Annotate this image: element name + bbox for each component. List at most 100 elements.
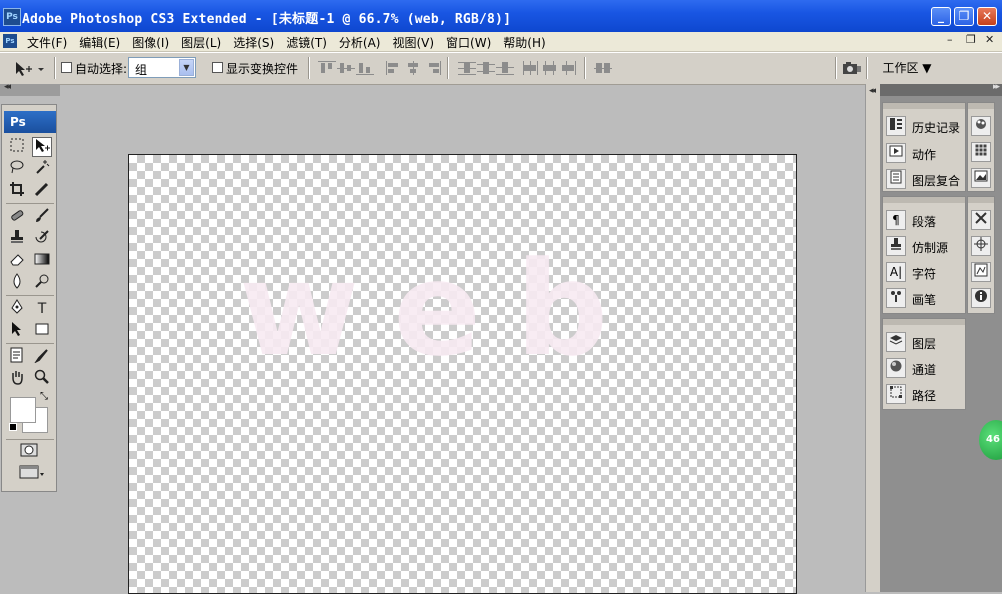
photoshop-badge[interactable]: Ps [4,111,56,133]
panel-history[interactable]: 历史记录 [886,116,964,138]
tool-presets-icon[interactable] [971,210,991,230]
distribute-top-edges-icon[interactable] [458,61,476,75]
pen-tool-icon[interactable] [7,299,27,319]
screen-mode-icon[interactable] [19,464,45,484]
align-left-edges-icon[interactable] [386,61,404,75]
menu-select[interactable]: 选择(S) [228,33,279,52]
blur-tool-icon[interactable] [7,273,27,293]
lasso-tool-icon[interactable] [7,159,27,179]
panel-character[interactable]: A| 字符 [886,262,964,284]
align-horizontal-centers-icon[interactable] [405,61,423,75]
auto-select-label: 自动选择: [75,62,128,76]
clone-stamp-tool-icon[interactable] [7,229,27,249]
menu-filter[interactable]: 滤镜(T) [281,33,332,52]
foreground-color-swatch[interactable] [10,397,36,423]
default-colors-icon[interactable] [9,423,17,431]
distribute-bottom-edges-icon[interactable] [496,61,514,75]
menu-image[interactable]: 图像(I) [127,33,174,52]
menu-window[interactable]: 窗口(W) [441,33,496,52]
panel-layer-comps-label: 图层复合 [912,174,961,188]
document-minimize-button[interactable]: – [947,33,953,46]
menu-help[interactable]: 帮助(H) [498,33,550,52]
toolbox-header[interactable]: ◂◂ [0,82,60,96]
menu-analysis[interactable]: 分析(A) [334,33,386,52]
panel-brushes[interactable]: 画笔 [886,288,964,310]
distribute-horizontal-centers-icon[interactable] [541,61,559,75]
panel-character-label: 字符 [912,267,937,281]
healing-brush-tool-icon[interactable] [7,207,27,227]
history-brush-tool-icon[interactable] [32,229,52,249]
document-icon[interactable]: Ps [3,34,17,48]
panel-layer-comps[interactable]: 图层复合 [886,169,964,191]
notes-tool-icon[interactable] [7,347,27,367]
crop-tool-icon[interactable] [7,181,27,201]
panel-group-history: 历史记录 动作 图层复合 [882,102,966,192]
document-canvas[interactable]: web [128,154,797,594]
maximize-button[interactable]: ❐ [954,7,974,26]
path-selection-tool-icon[interactable] [7,321,27,341]
auto-select-dropdown[interactable]: 组 ▼ [128,57,196,78]
dock-header[interactable]: ▸▸ [880,82,1002,96]
document-close-button[interactable]: ✕ [985,33,994,46]
workspace-button[interactable]: 工作区 ▼ [873,57,941,79]
move-tool-icon[interactable] [32,137,52,157]
icon-panel-column-1 [967,102,995,192]
panel-layers[interactable]: 图层 [886,332,964,354]
styles-panel-icon[interactable] [971,168,991,188]
eyedropper-tool-icon[interactable] [32,347,52,367]
hand-tool-icon[interactable] [7,369,27,389]
align-vertical-centers-icon[interactable] [337,61,355,75]
separator [54,57,55,79]
character-icon: A| [886,262,906,282]
window-title: Adobe Photoshop CS3 Extended - [未标题-1 @ … [22,12,512,27]
show-transform-controls-checkbox[interactable] [212,62,223,73]
auto-align-layers-icon[interactable] [594,61,612,75]
marquee-tool-icon[interactable] [7,137,27,157]
histogram-icon[interactable] [971,262,991,282]
minimize-button[interactable]: _ [931,7,951,26]
rectangle-tool-icon[interactable] [32,321,52,341]
color-panel-icon[interactable] [971,116,991,136]
camera-icon[interactable] [842,60,862,76]
type-tool-icon[interactable]: T [32,299,52,319]
panel-channels[interactable]: 通道 [886,358,964,380]
menu-file[interactable]: 文件(F) [22,33,72,52]
auto-select-value: 组 [135,63,148,77]
menu-view[interactable]: 视图(V) [387,33,439,52]
distribute-vertical-centers-icon[interactable] [477,61,495,75]
distribute-left-edges-icon[interactable] [522,61,540,75]
eraser-tool-icon[interactable] [7,251,27,271]
panel-paragraph[interactable]: ¶ 段落 [886,210,964,232]
panel-actions[interactable]: 动作 [886,143,964,165]
slice-tool-icon[interactable] [32,181,52,201]
channels-icon [886,358,906,378]
menu-bar: Ps 文件(F) 编辑(E) 图像(I) 图层(L) 选择(S) 滤镜(T) 分… [0,32,1002,52]
dodge-tool-icon[interactable] [32,273,52,293]
document-restore-button[interactable]: ❐ [966,33,976,46]
navigator-icon[interactable] [971,236,991,256]
canvas-text-layer: web [239,233,643,385]
align-top-edges-icon[interactable] [318,61,336,75]
menu-edit[interactable]: 编辑(E) [74,33,125,52]
distribute-right-edges-icon[interactable] [560,61,578,75]
auto-select-checkbox[interactable] [61,62,72,73]
panel-clone-source[interactable]: 仿制源 [886,236,964,258]
align-bottom-edges-icon[interactable] [356,61,374,75]
swap-colors-icon[interactable]: ⤡ [40,391,48,402]
separator [447,57,448,79]
zoom-tool-icon[interactable] [32,369,52,389]
align-right-edges-icon[interactable] [424,61,442,75]
brush-tool-icon[interactable] [32,207,52,227]
gradient-tool-icon[interactable] [32,251,52,271]
swatches-panel-icon[interactable] [971,142,991,162]
quick-mask-icon[interactable] [19,442,39,462]
chevron-down-icon[interactable]: ▼ [179,59,194,76]
paths-icon [886,384,906,404]
photoshop-app-icon[interactable]: Ps [3,8,21,26]
move-tool-preset-icon[interactable] [12,59,46,79]
info-icon[interactable] [971,288,991,308]
panel-paths[interactable]: 路径 [886,384,964,406]
menu-layer[interactable]: 图层(L) [176,33,226,52]
close-button[interactable]: ✕ [977,7,997,26]
magic-wand-tool-icon[interactable] [32,159,52,179]
